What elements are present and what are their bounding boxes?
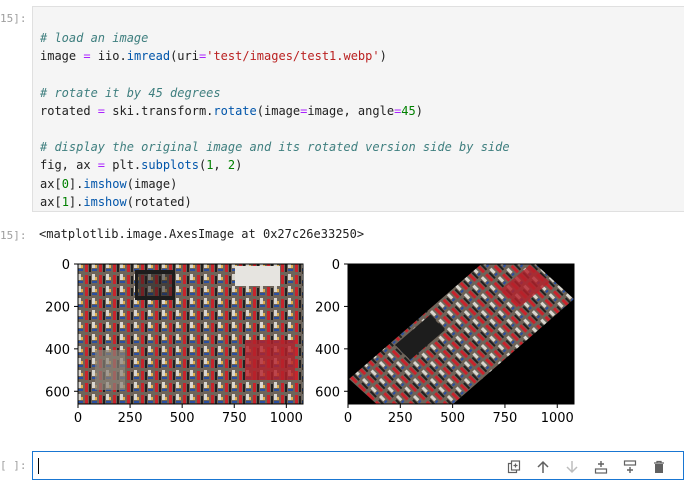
code-line: image = iio.imread(uri='test/images/test… bbox=[40, 47, 510, 65]
y-tick-label: 0 bbox=[62, 258, 70, 273]
code-comment: # display the original image and its rot… bbox=[40, 140, 510, 155]
code-token: ]. bbox=[68, 194, 84, 209]
original-image bbox=[78, 264, 303, 404]
code-token: iio. bbox=[90, 49, 127, 64]
code-token: ski.transform. bbox=[105, 103, 214, 118]
code-token: image bbox=[40, 49, 84, 64]
code-comment: # load an image bbox=[40, 31, 149, 45]
text-cursor bbox=[38, 458, 39, 474]
rotated-image bbox=[348, 264, 574, 404]
x-tick-label: 0 bbox=[74, 411, 82, 426]
input-prompt: 15]: bbox=[0, 12, 27, 25]
x-tick-label: 750 bbox=[222, 411, 247, 426]
x-tick-label: 750 bbox=[493, 411, 518, 426]
code-token: plt. bbox=[105, 158, 142, 173]
insert-above-icon[interactable] bbox=[586, 457, 615, 477]
code-cell-input[interactable]: # load an image image = iio.imread(uri = 't… bbox=[32, 6, 684, 212]
code-editor[interactable]: # load an image image = iio.imread(uri = 't… bbox=[40, 29, 510, 211]
y-tick-label: 0 bbox=[332, 258, 340, 273]
empty-code-cell[interactable] bbox=[32, 451, 684, 480]
output-repr-text: <matplotlib.image.AxesImage at 0x27c26e3… bbox=[39, 227, 365, 241]
code-line: rotated = ski.transform.rotate(image=ima… bbox=[40, 102, 510, 120]
code-token: (image) bbox=[126, 176, 178, 191]
code-line: # load an image bbox=[40, 29, 510, 47]
code-token: 1 bbox=[61, 194, 69, 209]
code-token: (rotated) bbox=[126, 194, 192, 209]
code-line: # display the original image and its rot… bbox=[40, 138, 510, 156]
code-token: ) bbox=[235, 158, 243, 173]
cell-toolbar bbox=[499, 457, 673, 477]
code-token: subplots bbox=[141, 158, 199, 173]
code-token: 0 bbox=[61, 176, 69, 191]
x-tick-label: 1000 bbox=[270, 411, 303, 426]
code-line: fig, ax = plt.subplots(1, 2) bbox=[40, 156, 510, 174]
code-token: rotated bbox=[40, 103, 98, 118]
code-token: fig, ax bbox=[40, 158, 98, 173]
code-token: (uri bbox=[170, 49, 199, 64]
duplicate-icon[interactable] bbox=[499, 457, 528, 477]
x-tick-label: 1000 bbox=[541, 411, 574, 426]
code-token: 45 bbox=[401, 103, 416, 118]
delete-icon[interactable] bbox=[644, 457, 673, 477]
code-token: rotate bbox=[213, 103, 257, 118]
code-token: = bbox=[97, 103, 106, 118]
code-line: ax[0].imshow(image) bbox=[40, 175, 510, 193]
code-token: image, angle bbox=[307, 103, 395, 118]
code-token: = bbox=[83, 49, 91, 64]
plot-output: 0 250 500 750 10000200400600 0 250 500 750 10000… bbox=[45, 258, 575, 426]
y-tick-label: 200 bbox=[45, 300, 70, 315]
y-tick-label: 200 bbox=[315, 300, 340, 315]
code-token: , bbox=[213, 158, 228, 173]
move-up-icon[interactable] bbox=[528, 457, 557, 477]
code-token: imread bbox=[126, 49, 171, 64]
code-line: ​ bbox=[40, 120, 510, 138]
code-token: imshow bbox=[83, 194, 127, 209]
output-prompt: 15]: bbox=[0, 229, 27, 242]
code-token: ) bbox=[379, 49, 387, 64]
x-tick-label: 500 bbox=[440, 411, 465, 426]
y-tick-label: 600 bbox=[45, 385, 70, 400]
code-token: = bbox=[97, 158, 106, 173]
code-line: ax[1].imshow(rotated) bbox=[40, 193, 510, 211]
code-token: ]. bbox=[68, 176, 84, 191]
code-line: # rotate it by 45 degrees bbox=[40, 84, 510, 102]
code-token: ax[ bbox=[40, 176, 62, 191]
x-tick-label: 250 bbox=[388, 411, 413, 426]
code-token: imshow bbox=[83, 176, 127, 191]
axes-original: 0 250 500 750 1000 0 200 400 600 bbox=[45, 258, 304, 426]
insert-below-icon[interactable] bbox=[615, 457, 644, 477]
y-tick-label: 400 bbox=[315, 343, 340, 358]
x-tick-label: 250 bbox=[118, 411, 143, 426]
code-token: 'test/images/test1.webp' bbox=[206, 49, 380, 64]
empty-cell-prompt: [ ]: bbox=[0, 459, 27, 472]
x-tick-label: 500 bbox=[170, 411, 195, 426]
y-tick-label: 400 bbox=[45, 343, 70, 358]
axes-rotated: 0 250 500 750 1000 0 200 400 600 bbox=[315, 258, 575, 426]
code-line: ​ bbox=[40, 65, 510, 83]
move-down-icon[interactable] bbox=[557, 457, 586, 477]
code-token: (image bbox=[256, 103, 301, 118]
code-token: ax[ bbox=[40, 194, 62, 209]
y-tick-label: 600 bbox=[315, 385, 340, 400]
code-token: ) bbox=[415, 103, 423, 118]
code-comment: # rotate it by 45 degrees bbox=[40, 85, 221, 100]
x-tick-label: 0 bbox=[344, 411, 352, 426]
